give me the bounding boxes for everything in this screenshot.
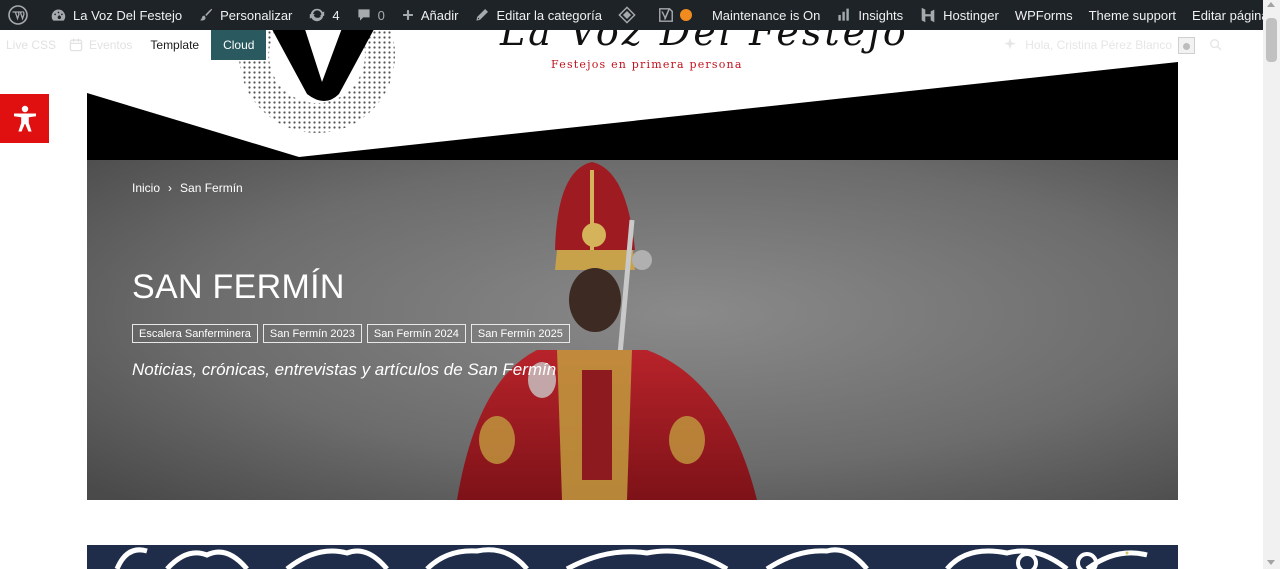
site-header: Live CSS Eventos Template Cloud La Voz D… bbox=[0, 30, 1263, 160]
category-hero: Inicio › San Fermín SAN FERMÍN Escalera … bbox=[87, 160, 1178, 500]
tag-san-fermin-2025[interactable]: San Fermín 2025 bbox=[470, 324, 570, 343]
updates-icon bbox=[308, 6, 332, 24]
accessibility-icon bbox=[9, 103, 41, 135]
nav-eventos[interactable]: Eventos bbox=[62, 37, 138, 53]
comments-count: 0 bbox=[377, 7, 385, 23]
page-title: SAN FERMÍN bbox=[132, 268, 345, 306]
tag-san-fermin-2023[interactable]: San Fermín 2023 bbox=[262, 324, 362, 343]
comment-icon bbox=[356, 7, 378, 23]
wpforms-label: WPForms bbox=[1014, 7, 1073, 23]
accessibility-button[interactable] bbox=[0, 94, 49, 143]
tag-san-fermin-2024[interactable]: San Fermín 2024 bbox=[366, 324, 466, 343]
site-logo-text[interactable]: La Voz Del Festejo bbox=[500, 30, 909, 54]
customize-label: Personalizar bbox=[220, 7, 293, 23]
maintenance-link[interactable]: Maintenance is On bbox=[704, 0, 828, 30]
insights-label: Insights bbox=[858, 7, 904, 23]
nav-cloud[interactable]: Cloud bbox=[211, 30, 267, 60]
edit-category-link[interactable]: Editar la categoría bbox=[466, 0, 610, 30]
diamond-plugin-menu[interactable] bbox=[610, 0, 650, 30]
subcategory-tags: Escalera Sanferminera San Fermín 2023 Sa… bbox=[132, 324, 570, 343]
scroll-down-arrow-icon[interactable] bbox=[1267, 560, 1275, 565]
scroll-up-arrow-icon[interactable] bbox=[1267, 2, 1275, 7]
page-scrollbar[interactable] bbox=[1263, 0, 1280, 569]
breadcrumb-home-link[interactable]: Inicio bbox=[132, 181, 160, 195]
featured-banner-image[interactable] bbox=[87, 545, 1178, 569]
bar-chart-icon bbox=[836, 7, 858, 23]
avatar[interactable] bbox=[1178, 36, 1195, 54]
wpforms-link[interactable]: WPForms bbox=[1007, 0, 1081, 30]
add-new-menu[interactable]: Añadir bbox=[393, 0, 467, 30]
site-tagline: Festejos en primera persona bbox=[551, 58, 743, 71]
theme-support-link[interactable]: Theme support bbox=[1081, 0, 1184, 30]
hostinger-icon bbox=[919, 6, 943, 24]
site-name-menu[interactable]: La Voz Del Festejo bbox=[42, 0, 190, 30]
sparkle-icon bbox=[1001, 36, 1019, 54]
brush-icon bbox=[198, 7, 220, 23]
hostinger-link[interactable]: Hostinger bbox=[911, 0, 1007, 30]
account-menu[interactable]: Hola, Cristina Pérez Blanco bbox=[1001, 30, 1223, 60]
hostinger-label: Hostinger bbox=[943, 7, 999, 23]
insights-link[interactable]: Insights bbox=[828, 0, 911, 30]
wordpress-logo-menu[interactable] bbox=[0, 0, 42, 30]
nav-live-css[interactable]: Live CSS bbox=[0, 38, 62, 52]
banner-artwork bbox=[114, 547, 1148, 569]
comments-link[interactable]: 0 bbox=[348, 0, 393, 30]
status-dot bbox=[679, 9, 692, 21]
category-description: Noticias, crónicas, entrevistas y artícu… bbox=[132, 360, 557, 379]
top-nav: Live CSS Eventos Template Cloud bbox=[0, 30, 267, 60]
pencil-icon bbox=[474, 7, 496, 23]
plus-icon bbox=[401, 8, 421, 22]
site-name-label: La Voz Del Festejo bbox=[73, 7, 183, 23]
account-greeting: Hola, Cristina Pérez Blanco bbox=[1025, 38, 1172, 52]
nav-eventos-label: Eventos bbox=[89, 38, 133, 52]
dashboard-icon bbox=[50, 7, 73, 24]
updates-link[interactable]: 4 bbox=[300, 0, 347, 30]
tag-escalera-sanferminera[interactable]: Escalera Sanferminera bbox=[132, 324, 258, 343]
yoast-seo-menu[interactable] bbox=[650, 0, 704, 30]
edit-category-label: Editar la categoría bbox=[496, 7, 602, 23]
search-icon[interactable] bbox=[1209, 38, 1223, 52]
scroll-thumb[interactable] bbox=[1266, 18, 1277, 62]
add-new-label: Añadir bbox=[420, 7, 459, 23]
theme-support-label: Theme support bbox=[1088, 7, 1177, 23]
maintenance-label: Maintenance is On bbox=[711, 7, 821, 23]
wordpress-icon bbox=[8, 5, 34, 25]
breadcrumb: Inicio › San Fermín bbox=[132, 181, 243, 195]
calendar-icon bbox=[68, 37, 84, 53]
updates-count: 4 bbox=[332, 7, 340, 23]
breadcrumb-current: San Fermín bbox=[180, 181, 243, 195]
admin-bar: La Voz Del Festejo Personalizar 4 0 Añad… bbox=[0, 0, 1280, 30]
yoast-icon bbox=[658, 6, 680, 24]
customize-link[interactable]: Personalizar bbox=[190, 0, 300, 30]
nav-template[interactable]: Template bbox=[138, 38, 211, 52]
breadcrumb-separator: › bbox=[168, 181, 173, 195]
diamond-icon bbox=[618, 6, 642, 24]
